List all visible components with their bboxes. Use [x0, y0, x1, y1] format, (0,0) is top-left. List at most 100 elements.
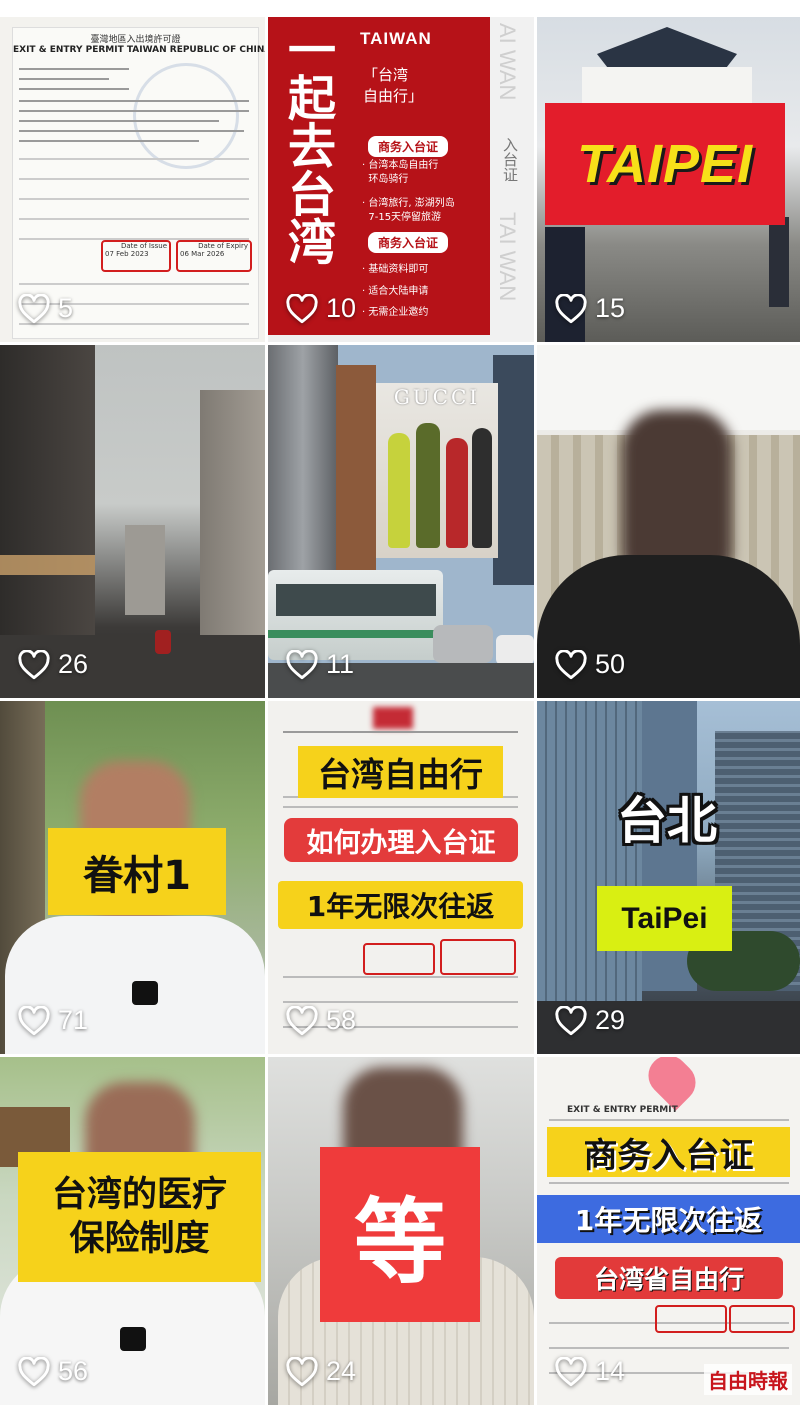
red-label-text: 如何办理入台证 — [306, 827, 496, 859]
like-counter[interactable]: 15 — [555, 293, 625, 324]
video-tile-2[interactable]: 一起去台湾 TAIWAN 「台湾 自由行」 商务入台证 · 台湾本岛自由行 环岛… — [268, 17, 534, 342]
like-count: 71 — [58, 1005, 89, 1035]
heart-outline-icon — [18, 649, 50, 679]
bus — [268, 570, 443, 660]
caption-text: 等 — [353, 1189, 446, 1296]
poster-vertical-title: 一起去台湾 — [279, 25, 335, 265]
doc-seal — [133, 63, 239, 169]
like-counter[interactable]: 10 — [286, 293, 356, 324]
date-of-expiry-highlight: Date of Expiry 06 Mar 2026 — [176, 240, 252, 272]
like-count: 14 — [595, 1356, 626, 1386]
heart-outline-icon — [286, 649, 318, 679]
doc-title: EXIT & ENTRY PERMIT — [567, 1105, 678, 1115]
scooter — [155, 630, 171, 654]
billboard-logo: GUCCI — [393, 385, 481, 409]
like-count: 29 — [595, 1005, 626, 1035]
poster-line-5: · 无需企业邀约 — [362, 307, 429, 318]
video-tile-5[interactable]: GUCCI 11 — [268, 345, 534, 698]
like-count: 5 — [58, 293, 74, 323]
caption-card: 等 — [320, 1147, 480, 1322]
caption-text: 眷村1 — [83, 852, 191, 899]
poster-line-3: · 基础资料即可 — [362, 264, 429, 275]
heart-outline-icon — [555, 649, 587, 679]
video-tile-7[interactable]: 眷村1 71 — [0, 701, 265, 1054]
poster-brand: TAIWAN — [360, 29, 432, 48]
video-tile-12[interactable]: EXIT & ENTRY PERMIT 商务入台证 1年无限次往返 台湾省自由行… — [537, 1057, 800, 1405]
video-tile-10[interactable]: 台湾的医疗 保险制度 56 — [0, 1057, 265, 1405]
video-tile-8[interactable]: 台湾自由行 如何办理入台证 1年无限次往返 58 — [268, 701, 534, 1054]
car — [433, 625, 493, 663]
caption-card: 台湾的医疗 保险制度 — [18, 1152, 261, 1282]
building-mid — [125, 525, 165, 615]
billboard: GUCCI — [376, 383, 498, 558]
video-tile-11[interactable]: 等 24 — [268, 1057, 534, 1405]
like-counter[interactable]: 24 — [286, 1356, 356, 1387]
like-counter[interactable]: 56 — [18, 1356, 88, 1387]
yellow-label: 1年无限次往返 — [278, 881, 523, 929]
headline-box: 台湾自由行 — [298, 746, 503, 798]
line-1-box: 商务入台证 — [547, 1127, 790, 1177]
taipei-banner: TAIPEI — [545, 103, 785, 225]
poster-side-text-2: 入台证 — [501, 137, 519, 182]
poster-side-text-3: TAI WAN — [495, 212, 520, 302]
headline-text: 台湾自由行 — [318, 755, 483, 794]
like-count: 56 — [58, 1356, 89, 1386]
like-count: 50 — [595, 649, 626, 679]
video-tile-6[interactable]: 50 — [537, 345, 800, 698]
like-counter[interactable]: 71 — [18, 1005, 88, 1036]
like-counter[interactable]: 5 — [18, 293, 73, 324]
line-1-text: 商务入台证 — [583, 1135, 754, 1176]
flag-blur — [373, 707, 413, 729]
like-counter[interactable]: 26 — [18, 649, 88, 680]
billboard-model-3 — [446, 438, 468, 548]
date-of-issue-highlight: Date of Issue 07 Feb 2023 — [101, 240, 171, 272]
video-tile-9[interactable]: 台北 TaiPei 29 — [537, 701, 800, 1054]
poster-line-1: · 台湾本岛自由行 环岛骑行 — [362, 160, 439, 185]
billboard-model-1 — [388, 433, 410, 548]
poster-line-2: · 台湾旅行, 澎湖列岛 7-15天停留旅游 — [362, 198, 455, 223]
clip-mic — [120, 1327, 146, 1351]
caption-text: 台湾的医疗 保险制度 — [51, 1175, 227, 1259]
heart-outline-icon — [286, 1356, 318, 1386]
like-count: 15 — [595, 293, 626, 323]
poster-subtitle: 「台湾 自由行」 — [363, 66, 424, 105]
video-tile-4[interactable]: 26 — [0, 345, 265, 698]
line-2-text: 1年无限次往返 — [574, 1204, 763, 1237]
poster-side-text-1: AI WAN — [495, 23, 520, 101]
building-brown — [336, 365, 376, 585]
doc-title-cn: 臺灣地區入出境許可證 — [90, 35, 181, 45]
heart-outline-icon — [555, 1356, 587, 1386]
yellow-label-text: 1年无限次往返 — [306, 890, 495, 923]
like-count: 58 — [326, 1005, 357, 1035]
memorial-hall-roof — [597, 27, 737, 72]
video-grid: 臺灣地區入出境許可證 EXIT & ENTRY PERMIT TAIWAN RE… — [0, 0, 800, 1405]
video-tile-1[interactable]: 臺灣地區入出境許可證 EXIT & ENTRY PERMIT TAIWAN RE… — [0, 17, 265, 342]
like-counter[interactable]: 58 — [286, 1005, 356, 1036]
heart-outline-icon — [555, 293, 587, 323]
poster-section-1: 商务入台证 — [368, 136, 449, 157]
clip-mic — [132, 981, 158, 1005]
like-count: 24 — [326, 1356, 357, 1386]
building-right — [493, 355, 534, 585]
taipei-banner-text: TAIPEI — [576, 134, 753, 194]
red-label: 如何办理入台证 — [284, 818, 518, 862]
poster-section-2: 商务入台证 — [368, 232, 449, 253]
like-count: 10 — [326, 293, 357, 323]
heart-outline-icon — [286, 293, 318, 323]
poster-line-4: · 适合大陆申请 — [362, 286, 429, 297]
title-en-box: TaiPei — [597, 886, 732, 951]
heart-outline-icon — [18, 293, 50, 323]
video-tile-3[interactable]: TAIPEI 15 — [537, 17, 800, 342]
guard-left — [545, 227, 585, 342]
title-cn: 台北 — [617, 792, 717, 850]
heart-decoration — [640, 1057, 704, 1111]
like-counter[interactable]: 11 — [286, 649, 354, 680]
building-right — [200, 390, 265, 640]
like-counter[interactable]: 29 — [555, 1005, 625, 1036]
line-3-box: 台湾省自由行 — [555, 1257, 783, 1299]
title-en: TaiPei — [621, 901, 708, 935]
heart-outline-icon — [18, 1356, 50, 1386]
like-counter[interactable]: 14 — [555, 1356, 625, 1387]
building-left — [0, 345, 95, 685]
like-counter[interactable]: 50 — [555, 649, 625, 680]
